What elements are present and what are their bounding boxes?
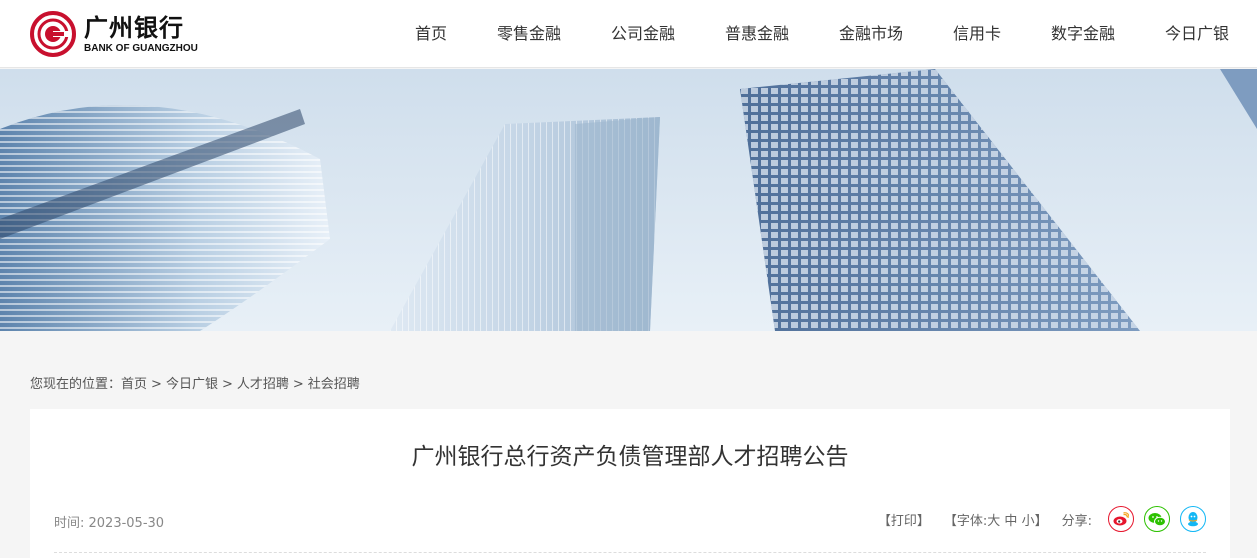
wechat-icon xyxy=(1148,512,1166,526)
breadcrumb-item-home[interactable]: 首页 xyxy=(121,377,147,392)
site-header: 广州银行 BANK OF GUANGZHOU 首页 零售金融 公司金融 普惠金融… xyxy=(0,0,1257,68)
breadcrumb: 您现在的位置：首页 > 今日广银 > 人才招聘 > 社会招聘 xyxy=(30,373,360,392)
font-size-large-button[interactable]: 大 xyxy=(987,514,1000,529)
breadcrumb-item-today[interactable]: 今日广银 xyxy=(166,377,218,392)
brand-name-en: BANK OF GUANGZHOU xyxy=(84,42,198,54)
nav-item-credit-card[interactable]: 信用卡 xyxy=(953,20,1001,44)
nav-item-retail[interactable]: 零售金融 xyxy=(497,20,561,44)
article-header-divider xyxy=(54,552,1206,553)
font-size-small-button[interactable]: 小 xyxy=(1022,514,1035,529)
article-tools: 【打印】 【字体:大 中 小】 分享: xyxy=(878,506,1206,532)
nav-item-digital[interactable]: 数字金融 xyxy=(1051,20,1115,44)
brand-name-cn: 广州银行 xyxy=(84,13,184,42)
font-size-control: 【字体:大 中 小】 xyxy=(944,510,1048,529)
font-size-suffix: 】 xyxy=(1034,513,1048,529)
font-size-medium-button[interactable]: 中 xyxy=(1004,514,1017,529)
nav-item-corporate[interactable]: 公司金融 xyxy=(611,20,675,44)
breadcrumb-separator: > xyxy=(221,377,233,392)
breadcrumb-prefix: 您现在的位置： xyxy=(30,377,122,392)
main-nav: 首页 零售金融 公司金融 普惠金融 金融市场 信用卡 数字金融 今日广银 xyxy=(390,0,1257,62)
nav-item-markets[interactable]: 金融市场 xyxy=(839,20,903,44)
brand-text: 广州银行 BANK OF GUANGZHOU xyxy=(84,14,198,55)
print-button[interactable]: 【打印】 xyxy=(878,510,930,529)
font-size-prefix: 【字体: xyxy=(943,513,988,529)
qq-icon xyxy=(1188,512,1198,527)
article-title: 广州银行总行资产负债管理部人才招聘公告 xyxy=(411,444,849,470)
weibo-icon xyxy=(1113,512,1129,526)
breadcrumb-item-social-recruit[interactable]: 社会招聘 xyxy=(308,377,360,392)
article-date: 时间: 2023-05-30 xyxy=(54,516,165,531)
breadcrumb-separator: > xyxy=(292,377,304,392)
city-skyscraper-banner-icon xyxy=(0,69,1257,331)
breadcrumb-separator: > xyxy=(151,377,162,392)
breadcrumb-item-talent[interactable]: 人才招聘 xyxy=(237,377,289,392)
nav-item-inclusive[interactable]: 普惠金融 xyxy=(725,20,789,44)
brand-logo[interactable]: 广州银行 BANK OF GUANGZHOU xyxy=(30,9,220,59)
nav-item-today[interactable]: 今日广银 xyxy=(1165,20,1229,44)
nav-item-home[interactable]: 首页 xyxy=(415,20,447,44)
article-card: 广州银行总行资产负债管理部人才招聘公告 时间: 2023-05-30 【打印】 … xyxy=(30,409,1230,558)
share-qq-button[interactable] xyxy=(1180,506,1206,532)
share-weibo-button[interactable] xyxy=(1108,506,1134,532)
bank-logo-icon xyxy=(30,11,76,57)
share-wechat-button[interactable] xyxy=(1144,506,1170,532)
share-label: 分享: xyxy=(1061,513,1092,529)
banner-image xyxy=(0,69,1257,331)
